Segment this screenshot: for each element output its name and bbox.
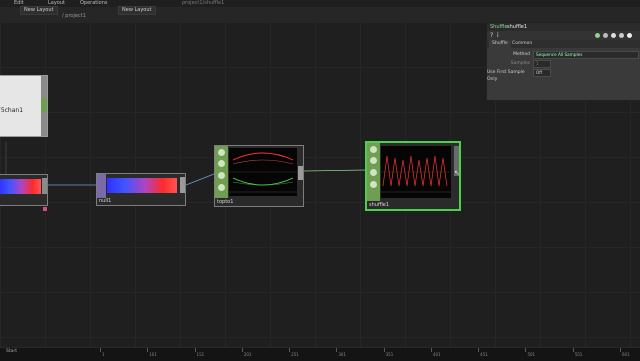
param-first-sample-toggle[interactable]: Off [533,69,551,77]
view-icon[interactable] [218,149,225,156]
node-shuffle[interactable]: shuffle1 [365,141,461,211]
parameter-panel: Shuffle shuffle1 ? i Shuffle Common Meth… [486,22,640,101]
timeline-tick [147,348,149,352]
timeline-tick [336,348,338,352]
node-topto[interactable]: topto1 [214,145,304,207]
tab-common[interactable]: Common [509,40,535,48]
panel-tabs: Shuffle Common [487,40,640,48]
topto-curve-red [232,152,294,161]
timeline-tick [620,348,621,352]
node-null-preview [107,178,177,193]
panel-header: Shuffle shuffle1 [487,23,640,31]
wire-topto-to-shuffle [303,169,367,172]
tab-shuffle[interactable]: Shuffle [489,40,511,48]
panel-toolbar: ? i [487,31,640,40]
lock-icon[interactable] [370,169,377,176]
touchdesigner-window: Edit Layout Operations New Layout New La… [0,0,640,361]
node-shuffle-graph [381,146,451,198]
timeline-tick-label: 551 [574,352,583,357]
info-icon[interactable]: i [497,32,499,39]
node-topto-label: topto1 [215,199,303,206]
timeline-tick-label: 151 [196,352,205,357]
timeline-tick-label: 201 [243,352,252,357]
lock-icon[interactable] [218,172,225,179]
param-samples-field[interactable]: 1 [533,60,551,68]
panel-op-name[interactable]: shuffle1 [507,23,527,31]
panel-op-type: Shuffle [490,24,508,30]
add-icon[interactable] [619,33,624,38]
timeline-start-label: Start [6,349,17,354]
wire-icon[interactable] [595,33,600,38]
settings-icon[interactable] [611,33,616,38]
bypass-icon[interactable] [370,157,377,164]
param-method-label: Method [513,52,530,57]
timeline-tick-label: 1 [102,352,105,357]
copy-icon[interactable] [603,33,608,38]
node-ramp-output[interactable] [42,178,47,194]
node-topto-graph [229,148,297,196]
tab-new-layout-2[interactable]: New Layout [118,6,156,15]
node-null-output[interactable] [180,177,185,193]
display-icon[interactable] [370,181,377,188]
timeline-tick [430,348,432,352]
timeline-tick [241,348,243,352]
node-chan[interactable]: 75chan1 [0,75,48,137]
timeline-tick [194,348,196,352]
menu-item-operations[interactable]: Operations [80,0,108,7]
timeline-tick-label: 601 [622,352,630,357]
node-ramp-caption [0,198,47,205]
node-shuffle-toolbar [367,143,380,201]
help-icon[interactable]: ? [490,32,493,39]
node-topto-toolbar [215,146,228,198]
timeline-tick-label: 401 [432,352,441,357]
param-samples-label: Samples [510,61,530,66]
node-ramp[interactable] [0,174,48,206]
timeline-tick-label: 351 [385,352,394,357]
breadcrumb[interactable]: / project1 [62,13,86,19]
node-chan-output[interactable] [41,98,47,112]
timeline-tick-label: 301 [338,352,346,357]
node-chan-label: 75chan1 [0,107,24,114]
timeline-tick [383,348,385,352]
shuffle-waveform [382,155,448,187]
timeline-tick-label: 451 [480,352,488,357]
timeline-bar[interactable]: Start 1 101 151 201 251 301 351 401 451 501 551 601 [0,347,640,361]
topto-curve-green [232,177,294,186]
timeline-tick [525,348,527,352]
view-icon[interactable] [370,146,377,153]
ramp-flag-icon[interactable] [43,207,47,211]
display-icon[interactable] [218,184,225,191]
topto-curve-red-2 [232,159,294,165]
mouse-cursor-icon: ↖ [454,169,460,177]
top-toolbar: Edit Layout Operations New Layout New La… [0,0,640,23]
timeline-tick [478,348,480,352]
node-topto-output[interactable] [298,166,303,180]
tab-new-layout[interactable]: New Layout [20,6,58,15]
timeline-tick-label: 101 [149,352,157,357]
node-null[interactable]: null1 [96,173,186,206]
node-ramp-preview [0,179,41,194]
timeline-tick-label: 251 [291,352,299,357]
node-null-label: null1 [97,198,185,205]
timeline-tick [289,348,291,352]
close-icon[interactable] [627,33,632,38]
param-first-sample-label: Use First Sample Only [487,70,525,82]
timeline-tick [100,348,101,352]
node-shuffle-label: shuffle1 [367,202,459,209]
wire-null-to-topto [185,173,215,186]
param-method-menu[interactable]: Sequence All Samples [533,51,639,59]
node-null-input[interactable] [97,174,106,198]
bypass-icon[interactable] [218,160,225,167]
expression-field[interactable]: project1/shuffle1 [182,0,224,7]
timeline-tick [572,348,574,352]
timeline-tick-label: 501 [527,352,536,357]
